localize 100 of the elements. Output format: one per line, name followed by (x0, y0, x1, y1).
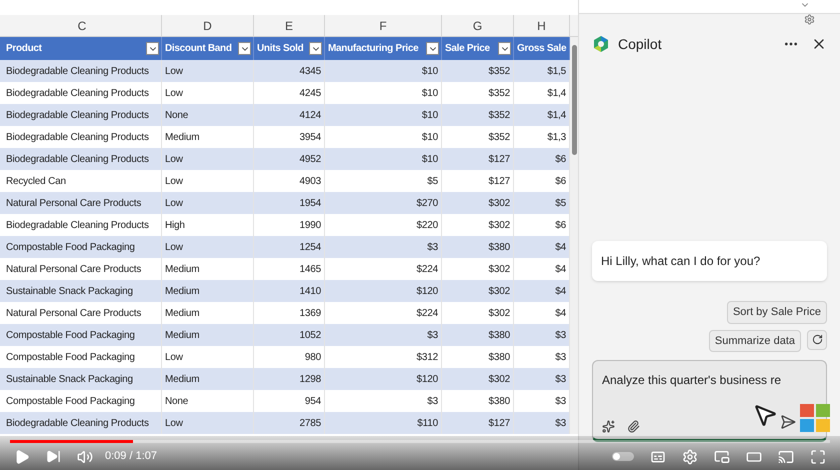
table-cell-text: Biodegradable Cleaning Products (6, 64, 149, 78)
autoplay-toggle[interactable] (612, 452, 634, 461)
table-cell-text: $3 (427, 328, 438, 342)
table-cell-text: Sustainable Snack Packaging (6, 284, 133, 298)
chat-message: Hi Lilly, what can I do for you? (592, 241, 827, 281)
next-icon[interactable] (46, 449, 61, 464)
table-cell-text: 4345 (300, 64, 321, 78)
fullscreen-icon[interactable] (810, 448, 826, 464)
table-cell-text: $120 (416, 372, 438, 386)
table-cell-text: Medium (165, 328, 200, 342)
table-cell-text: 4952 (300, 152, 321, 166)
column-letter[interactable]: H (537, 16, 546, 34)
table-cell-text: 1990 (300, 218, 321, 232)
table-cell-text: $380 (488, 394, 510, 408)
table-cell-text: 3954 (300, 130, 321, 144)
table-cell-text: $1,5 (547, 64, 566, 78)
table-cell-text: Biodegradable Cleaning Products (6, 108, 149, 122)
play-icon[interactable] (14, 448, 30, 464)
table-cell-text: $3 (555, 350, 566, 364)
table-cell-text: 1954 (300, 196, 321, 210)
sparkles-icon[interactable] (602, 420, 615, 433)
table-cell-text: $1,4 (547, 86, 566, 100)
table-cell-text: $270 (416, 196, 438, 210)
table-cell-text: Medium (165, 284, 200, 298)
table-cell-text: $6 (555, 174, 566, 188)
column-letter[interactable]: E (284, 16, 293, 34)
table-cell-text: Medium (165, 372, 200, 386)
video-time: 0:09 / 1:07 (105, 449, 157, 464)
table-cell-text: Biodegradable Cleaning Products (6, 130, 149, 144)
table-cell-text: Compostable Food Packaging (6, 394, 135, 408)
table-cell-text: Sustainable Snack Packaging (6, 372, 133, 386)
refresh-button[interactable] (807, 330, 827, 350)
attach-icon[interactable] (627, 420, 640, 433)
table-cell-text: $3 (427, 394, 438, 408)
table-cell-text: $302 (488, 306, 510, 320)
suggestion-button[interactable]: Summarize data (708, 330, 801, 352)
filter-button[interactable] (309, 42, 322, 55)
gear-icon[interactable] (804, 14, 815, 25)
input-text: Analyze this quarter's business re (602, 372, 782, 389)
table-cell-text: $302 (488, 262, 510, 276)
table-cell-text: $3 (555, 372, 566, 386)
table-cell-text: $1,4 (547, 108, 566, 122)
table-cell-text: 954 (304, 394, 321, 408)
table-cell-text: $220 (416, 218, 438, 232)
table-cell-text: Compostable Food Packaging (6, 240, 135, 254)
table-cell-text: $380 (488, 240, 510, 254)
table-cell-text: 2785 (300, 416, 321, 430)
table-cell-text: 1410 (300, 284, 321, 298)
column-letter[interactable]: G (472, 16, 482, 34)
table-cell-text: Compostable Food Packaging (6, 350, 135, 364)
column-letter[interactable]: D (203, 16, 212, 34)
table-cell-text: $10 (422, 152, 438, 166)
volume-icon[interactable] (77, 448, 93, 464)
table-cell-text: Biodegradable Cleaning Products (6, 416, 149, 430)
table-cell-text: $380 (488, 328, 510, 342)
table-cell-text: Low (165, 350, 183, 364)
table-cell-text: None (165, 108, 188, 122)
table-cell-text: Medium (165, 262, 200, 276)
table-cell-text: 4245 (300, 86, 321, 100)
suggestion-button[interactable]: Sort by Sale Price (726, 301, 827, 324)
table-cell-text: 1298 (300, 372, 321, 386)
table-cell-text: $3 (555, 328, 566, 342)
column-header: Product (6, 42, 42, 56)
table-cell-text: Natural Personal Care Products (6, 306, 142, 320)
captions-icon[interactable] (650, 448, 666, 464)
filter-button[interactable] (426, 42, 439, 55)
table-cell-text: Low (165, 152, 183, 166)
table-cell-text: $5 (555, 196, 566, 210)
table-cell-text: High (165, 218, 185, 232)
cast-icon[interactable] (778, 448, 794, 464)
chat-input[interactable]: Analyze this quarter's business re (592, 360, 827, 442)
table-cell-text: $6 (555, 152, 566, 166)
table-cell-text: $127 (488, 174, 510, 188)
column-header: Sale Price (445, 42, 490, 56)
table-cell-text: $10 (422, 86, 438, 100)
table-cell-text: 1052 (300, 328, 321, 342)
table-cell-text: $224 (416, 306, 438, 320)
column-header: Gross Sale (517, 42, 566, 56)
table-cell-text: Natural Personal Care Products (6, 196, 142, 210)
table-cell-text: $4 (555, 284, 566, 298)
table-cell-text: Low (165, 416, 183, 430)
table-cell-text: $10 (422, 130, 438, 144)
table-cell-text: $352 (488, 86, 510, 100)
table-cell-text: $10 (422, 108, 438, 122)
scrollbar[interactable] (570, 37, 578, 434)
settings-icon[interactable] (682, 448, 698, 464)
miniplayer-icon[interactable] (714, 448, 730, 464)
table-cell-text: $224 (416, 262, 438, 276)
progress-bar[interactable] (10, 440, 830, 443)
send-icon[interactable] (780, 414, 796, 430)
column-letter[interactable]: C (78, 16, 86, 34)
column-header: Discount Band (165, 42, 232, 56)
table-cell-text: $1,3 (547, 130, 566, 144)
filter-button[interactable] (238, 42, 251, 55)
filter-button[interactable] (498, 42, 511, 55)
table-cell-text: $312 (416, 350, 438, 364)
column-header: Units Sold (257, 42, 304, 56)
filter-button[interactable] (146, 42, 159, 55)
table-cell-text: $352 (488, 108, 510, 122)
column-letter[interactable]: F (379, 16, 387, 34)
